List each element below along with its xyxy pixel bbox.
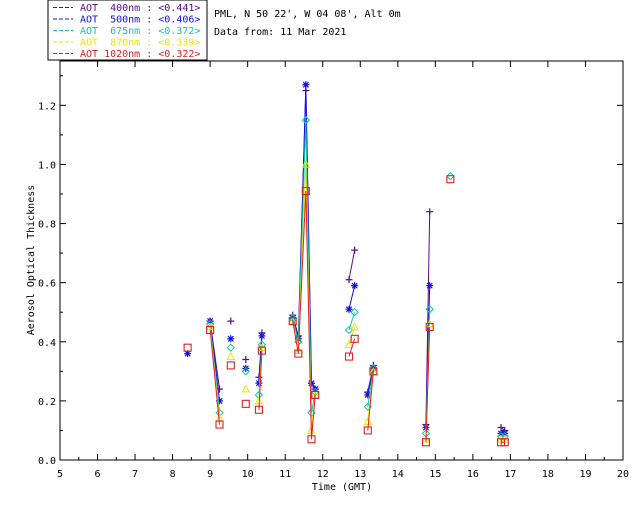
x-tick-label: 15 bbox=[429, 469, 441, 480]
x-tick-label: 8 bbox=[170, 469, 176, 480]
data-point bbox=[241, 384, 251, 393]
legend-entry: AOT 400nm : <0.441> bbox=[80, 3, 200, 14]
data-point bbox=[307, 379, 315, 387]
x-axis-label: Time (GMT) bbox=[312, 482, 372, 493]
aot-chart: AOT 400nm : <0.441>AOT 500nm : <0.406>AO… bbox=[26, 0, 629, 493]
axes: 5 6 7 8 9 10 11 12 13 14 15 16 17 18 19 20 0.0 0.2 0.4 0.6 0… bbox=[38, 61, 629, 480]
x-tick-label: 13 bbox=[354, 469, 366, 480]
x-tick-label: 20 bbox=[617, 469, 629, 480]
x-tick-label: 18 bbox=[542, 469, 554, 480]
data-point bbox=[242, 356, 250, 364]
x-tick-label: 14 bbox=[392, 469, 404, 480]
data-point bbox=[226, 343, 235, 352]
y-tick-label: 1.0 bbox=[38, 160, 56, 171]
series-line bbox=[348, 250, 356, 280]
data-point bbox=[241, 399, 250, 408]
x-tick-label: 5 bbox=[57, 469, 63, 480]
y-tick-label: 0.4 bbox=[38, 338, 56, 349]
legend-entry: AOT 870nm : <0.339> bbox=[80, 38, 200, 49]
data-point bbox=[302, 81, 310, 89]
x-tick-label: 10 bbox=[242, 469, 254, 480]
x-tick-label: 16 bbox=[467, 469, 479, 480]
data-point bbox=[426, 208, 434, 216]
x-tick-label: 19 bbox=[579, 469, 591, 480]
data-point bbox=[255, 379, 263, 387]
data-point bbox=[226, 352, 236, 360]
x-tick-label: 9 bbox=[207, 469, 213, 480]
legend-entry: AOT 500nm : <0.406> bbox=[80, 15, 200, 26]
data-point bbox=[350, 322, 359, 331]
series-line bbox=[348, 285, 356, 310]
data-point bbox=[345, 276, 353, 284]
x-tick-label: 12 bbox=[317, 469, 329, 480]
legend-entry: AOT 675nm : <0.372> bbox=[80, 26, 200, 37]
data-point bbox=[351, 246, 359, 254]
site-label: PML, N 50 22', W 04 08', Alt 0m bbox=[214, 9, 401, 20]
x-tick-label: 11 bbox=[279, 469, 291, 480]
x-tick-label: 17 bbox=[504, 469, 516, 480]
series-0 bbox=[206, 87, 509, 434]
series-line bbox=[292, 164, 316, 431]
y-tick-label: 0.6 bbox=[38, 279, 56, 290]
y-tick-label: 0.2 bbox=[38, 397, 56, 408]
series-layer bbox=[183, 81, 510, 447]
data-point bbox=[426, 282, 434, 290]
legend-entry: AOT 1020nm : <0.322> bbox=[80, 49, 200, 60]
x-tick-label: 7 bbox=[132, 469, 138, 480]
data-point bbox=[227, 335, 235, 343]
data-point bbox=[258, 332, 266, 340]
legend: AOT 400nm : <0.441>AOT 500nm : <0.406>AO… bbox=[47, 0, 208, 61]
data-point bbox=[226, 361, 235, 370]
x-tick-label: 6 bbox=[95, 469, 101, 480]
series-3 bbox=[205, 159, 510, 443]
series-4 bbox=[183, 175, 509, 447]
y-axis-label: Aerosol Optical Thickness bbox=[26, 185, 37, 336]
date-label: Data from: 11 Mar 2021 bbox=[214, 27, 346, 38]
series-1 bbox=[184, 81, 509, 437]
y-tick-label: 1.2 bbox=[38, 101, 56, 112]
y-tick-label: 0.8 bbox=[38, 220, 56, 231]
series-2 bbox=[205, 115, 509, 441]
plot-frame bbox=[59, 60, 624, 461]
y-tick-label: 0.0 bbox=[38, 456, 56, 467]
data-point bbox=[351, 282, 359, 290]
data-point bbox=[227, 317, 235, 325]
